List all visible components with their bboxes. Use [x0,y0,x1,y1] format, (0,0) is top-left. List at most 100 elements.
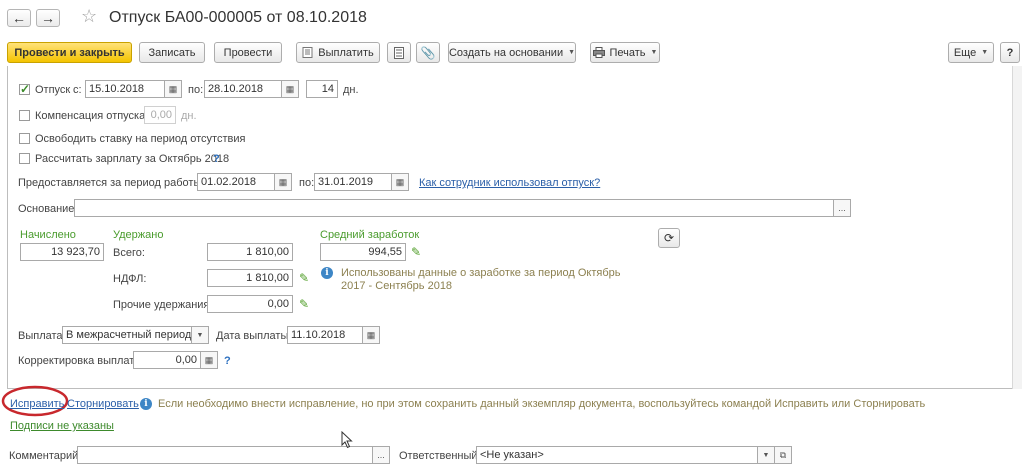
calculator-button[interactable]: ▦ [201,351,218,369]
post-and-close-button[interactable]: Провести и закрыть [7,42,132,63]
vacation-label: Отпуск [35,84,71,96]
forward-button[interactable]: → [36,9,60,27]
vertical-scrollbar[interactable] [1012,66,1022,389]
question-icon: ? [1006,46,1014,59]
page-title: Отпуск БА00-000005 от 08.10.2018 [109,9,367,26]
ndfl-field[interactable]: 1 810,00 [207,269,293,287]
vacation-to-label: по: [188,84,204,96]
help-button[interactable]: ? [1000,42,1020,63]
withheld-total-value: 1 810,00 [246,246,289,258]
compensation-checkbox[interactable] [19,110,30,121]
accrued-field[interactable]: 13 923,70 [20,243,104,261]
vacation-usage-link[interactable]: Как сотрудник использовал отпуск? [419,177,600,189]
vacation-days-field[interactable]: 14 [306,80,338,98]
vacation-to-field[interactable]: 28.10.2018 [204,80,282,98]
responsible-value: <Не указан> [480,449,544,461]
refresh-button[interactable]: ⟳ [658,228,680,248]
edit-pencil-icon[interactable]: ✎ [299,297,309,311]
more-label: Еще [953,46,977,59]
ellipsis-icon: ... [377,450,385,460]
post-and-close-label: Провести и закрыть [14,46,125,59]
calendar-icon: ▦ [278,176,288,187]
basis-select-button[interactable]: ... [834,199,851,217]
edit-pencil-icon[interactable]: ✎ [299,271,309,285]
withheld-header: Удержано [113,229,164,241]
calendar-icon: ▦ [366,329,376,340]
ndfl-value: 1 810,00 [246,272,289,284]
comment-expand-button[interactable]: ... [373,446,390,464]
create-based-on-label: Создать на основании [448,46,564,59]
average-earnings-value: 994,55 [368,246,402,258]
calendar-button[interactable]: ▦ [363,326,380,344]
payment-date-field[interactable]: 11.10.2018 [287,326,363,344]
pay-label: Выплатить [318,46,374,59]
help-question-icon[interactable]: ? [224,355,231,367]
payment-method-select[interactable]: В межрасчетный период [62,326,192,344]
average-earnings-header: Средний заработок [320,229,420,241]
ellipsis-icon: ... [838,203,846,213]
comment-label: Комментарий: [9,450,82,462]
vacation-checkbox[interactable]: ✓ [19,83,30,95]
correction-field[interactable]: 0,00 [133,351,201,369]
vacation-to-value: 28.10.2018 [208,83,264,95]
responsible-field[interactable]: <Не указан> [476,446,758,464]
save-label: Записать [148,46,196,59]
basis-field[interactable] [74,199,834,217]
release-rate-checkbox[interactable] [19,133,30,144]
release-rate-label: Освободить ставку на период отсутствия [35,133,246,145]
calendar-button[interactable]: ▦ [282,80,299,98]
average-earnings-field[interactable]: 994,55 [320,243,406,261]
print-button[interactable]: Печать ▼ [590,42,660,63]
payment-label: Выплата: [18,330,66,342]
calendar-button[interactable]: ▦ [392,173,409,191]
correction-value: 0,00 [175,354,197,366]
payment-date-label: Дата выплаты: [216,330,292,342]
help-question-icon[interactable]: ? [213,153,220,165]
chevron-down-icon: ▼ [196,331,204,339]
refresh-icon: ⟳ [663,231,675,245]
pay-button[interactable]: Выплатить [296,42,380,63]
calc-salary-label: Рассчитать зарплату за Октябрь 2018 [35,153,230,165]
work-period-from-field[interactable]: 01.02.2018 [197,173,275,191]
back-button[interactable]: ← [7,9,31,27]
printer-icon [592,47,605,58]
info-icon: i [140,398,152,410]
ndfl-label: НДФЛ: [113,273,147,285]
calendar-button[interactable]: ▦ [165,80,182,98]
calendar-icon: ▦ [395,176,405,187]
comment-field[interactable] [77,446,373,464]
create-based-on-button[interactable]: Создать на основании ▼ [448,42,576,63]
post-label: Провести [223,46,273,59]
edit-pencil-icon[interactable]: ✎ [411,245,421,259]
more-button[interactable]: Еще ▼ [948,42,994,63]
accrued-header: Начислено [20,229,76,241]
journal-button[interactable] [387,42,411,63]
calc-salary-checkbox[interactable] [19,153,30,164]
accrued-value: 13 923,70 [51,246,100,258]
fix-link[interactable]: Исправить [10,398,64,410]
calendar-button[interactable]: ▦ [275,173,292,191]
other-withholdings-field[interactable]: 0,00 [207,295,293,313]
work-period-to-field[interactable]: 31.01.2019 [314,173,392,191]
days-unit-label: дн. [343,84,359,96]
print-label: Печать [609,46,646,59]
signatures-link[interactable]: Подписи не указаны [10,420,114,432]
reverse-link[interactable]: Сторнировать [67,398,139,410]
compensation-label: Компенсация отпуска [35,110,146,122]
work-period-label: Предоставляется за период работы с: [18,177,213,189]
post-button[interactable]: Провести [214,42,282,63]
open-button[interactable]: ⧉ [775,446,792,464]
save-button[interactable]: Записать [139,42,205,63]
dropdown-button[interactable]: ▼ [192,326,209,344]
compensation-days-field[interactable]: 0,00 [144,106,176,124]
vacation-from-field[interactable]: 15.10.2018 [85,80,165,98]
dropdown-button[interactable]: ▼ [758,446,775,464]
withheld-total-field[interactable]: 1 810,00 [207,243,293,261]
work-period-to-label: по: [299,177,315,189]
calendar-icon: ▦ [168,83,178,94]
vacation-from-label: с: [73,84,82,96]
calculator-icon: ▦ [204,354,214,365]
attach-button[interactable]: 📎 [416,42,440,63]
favorite-star-icon[interactable]: ☆ [81,6,97,27]
work-period-from-value: 01.02.2018 [201,176,257,188]
